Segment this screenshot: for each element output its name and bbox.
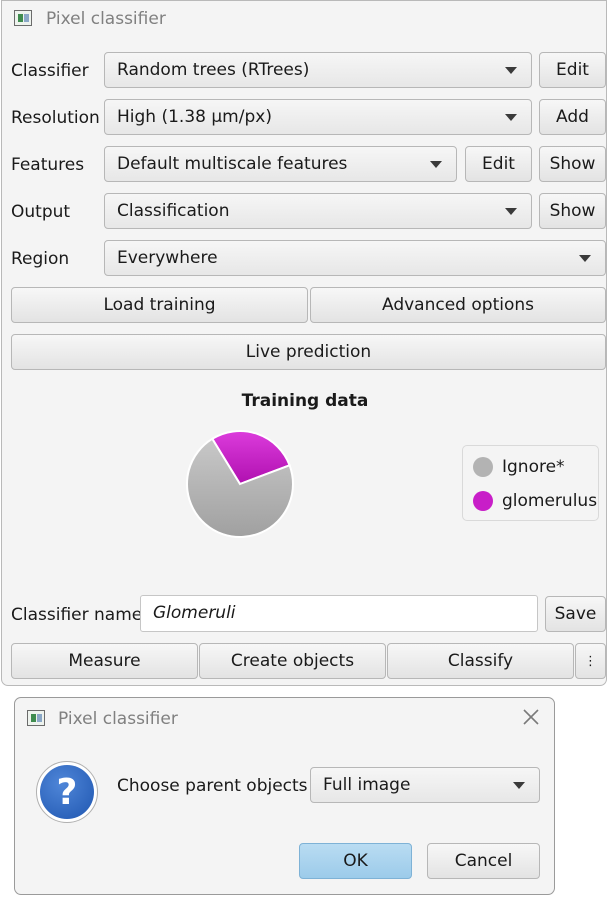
features-value: Default multiscale features — [117, 154, 348, 174]
features-edit-button[interactable]: Edit — [465, 146, 532, 182]
legend-swatch — [473, 491, 493, 511]
chevron-down-icon — [505, 208, 517, 215]
region-dropdown[interactable]: Everywhere — [104, 240, 606, 276]
legend-label: glomerulus — [502, 491, 598, 511]
output-value: Classification — [117, 201, 230, 221]
load-training-button[interactable]: Load training — [11, 287, 308, 323]
classifier-value: Random trees (RTrees) — [117, 60, 310, 80]
legend-item-ignore: Ignore* — [473, 455, 565, 479]
app-icon — [27, 710, 45, 726]
advanced-options-button[interactable]: Advanced options — [310, 287, 606, 323]
choose-parent-dialog: Pixel classifier ? Choose parent objects… — [14, 697, 555, 895]
region-value: Everywhere — [117, 248, 218, 268]
close-icon[interactable] — [522, 708, 540, 726]
pixel-classifier-window: Pixel classifier Classifier Random trees… — [1, 0, 607, 686]
resolution-label: Resolution — [11, 108, 100, 128]
resolution-add-button[interactable]: Add — [539, 99, 606, 135]
features-dropdown[interactable]: Default multiscale features — [104, 146, 457, 182]
classifier-name-input[interactable]: Glomeruli — [140, 595, 538, 632]
resolution-dropdown[interactable]: High (1.38 µm/px) — [104, 99, 532, 135]
classifier-label: Classifier — [11, 61, 89, 81]
region-label: Region — [11, 249, 70, 269]
window-title: Pixel classifier — [46, 9, 166, 29]
live-prediction-button[interactable]: Live prediction — [11, 334, 606, 370]
classifier-name-label: Classifier name — [11, 605, 143, 625]
ok-button[interactable]: OK — [299, 843, 412, 879]
legend-label: Ignore* — [502, 457, 565, 477]
parent-objects-label: Choose parent objects — [117, 776, 308, 796]
classifier-name-value: Glomeruli — [153, 603, 236, 623]
classifier-dropdown[interactable]: Random trees (RTrees) — [104, 52, 532, 88]
save-button[interactable]: Save — [545, 596, 606, 632]
chevron-down-icon — [579, 255, 591, 262]
output-dropdown[interactable]: Classification — [104, 193, 532, 229]
question-icon: ? — [36, 761, 98, 823]
dialog-title: Pixel classifier — [58, 709, 178, 729]
chevron-down-icon — [505, 67, 517, 74]
more-options-button[interactable]: ⋮ — [575, 643, 606, 679]
classifier-edit-button[interactable]: Edit — [539, 52, 606, 88]
output-show-button[interactable]: Show — [539, 193, 606, 229]
app-icon — [14, 10, 32, 26]
chevron-down-icon — [505, 114, 517, 121]
chevron-down-icon — [430, 161, 442, 168]
resolution-value: High (1.38 µm/px) — [117, 107, 272, 127]
parent-objects-dropdown[interactable]: Full image — [310, 767, 540, 803]
create-objects-button[interactable]: Create objects — [199, 643, 386, 679]
title-bar: Pixel classifier — [2, 1, 606, 39]
parent-objects-value: Full image — [323, 775, 411, 795]
cancel-button[interactable]: Cancel — [427, 843, 540, 879]
chart-title: Training data — [241, 391, 369, 411]
features-show-button[interactable]: Show — [539, 146, 606, 182]
output-label: Output — [11, 202, 71, 222]
measure-button[interactable]: Measure — [11, 643, 198, 679]
legend-item-glomerulus: glomerulus — [473, 489, 597, 513]
features-label: Features — [11, 155, 85, 175]
classify-button[interactable]: Classify — [387, 643, 574, 679]
legend-swatch — [473, 457, 493, 477]
chevron-down-icon — [513, 782, 525, 789]
training-pie-chart — [186, 430, 294, 538]
chart-legend: Ignore* glomerulus — [462, 445, 599, 521]
